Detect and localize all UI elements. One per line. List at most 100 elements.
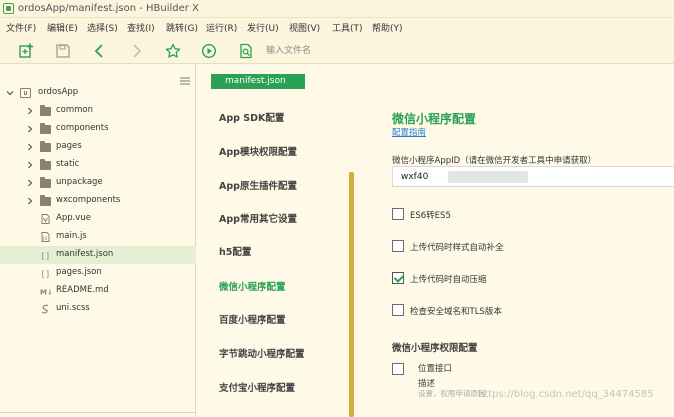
save-button[interactable] (53, 41, 73, 61)
tree-item-label: App.vue (56, 213, 91, 223)
tab-manifest-json[interactable]: manifest.json (211, 74, 305, 89)
run-button[interactable] (199, 41, 219, 61)
play-circle-icon (201, 43, 217, 59)
tree-item-label: components (56, 123, 109, 133)
config-guide-link[interactable]: 配置指南 (392, 126, 426, 138)
tree-item-wxcomponents[interactable]: wxcomponents (0, 192, 196, 210)
tree-item-static[interactable]: static (0, 156, 196, 174)
chevron-right-icon (28, 107, 33, 115)
title-bar: ordosApp/manifest.json - HBuilder X (0, 0, 674, 18)
markdown-file-icon: M↓ (40, 289, 51, 297)
tree-item-label: manifest.json (56, 249, 114, 259)
menu-select[interactable]: 选择(S) (87, 21, 118, 34)
tree-item-pages[interactable]: pages (0, 138, 196, 156)
checkbox-box[interactable] (392, 363, 404, 375)
nav-h5[interactable]: h5配置 (219, 244, 251, 258)
appid-value: wxf40 (401, 172, 429, 182)
tree-item-label: uni.scss (56, 303, 90, 313)
folder-icon (40, 123, 51, 134)
tree-item-app-vue[interactable]: App.vue (0, 210, 196, 228)
favorite-button[interactable] (163, 41, 183, 61)
toolbar (0, 37, 674, 64)
checkbox-label: 位置接口 (418, 364, 453, 374)
folder-icon (40, 141, 51, 152)
nav-app-module-permissions[interactable]: App模块权限配置 (219, 144, 297, 158)
tree-root[interactable]: ordosApp (0, 84, 196, 102)
settings-nav: App SDK配置 App模块权限配置 App原生插件配置 App常用其它设置 … (197, 90, 357, 417)
folder-icon (40, 177, 51, 188)
folder-icon (40, 195, 51, 206)
window-title: ordosApp/manifest.json - HBuilder X (18, 3, 199, 14)
tree-item-label: README.md (56, 285, 109, 295)
menu-publish[interactable]: 发行(U) (247, 21, 279, 34)
appid-redacted (448, 171, 528, 183)
permission-description-placeholder[interactable]: 设置，权限申请原因 (418, 388, 486, 399)
nav-weixin-mp[interactable]: 微信小程序配置 (219, 279, 286, 293)
checkbox-box[interactable] (392, 304, 404, 316)
tree-item-pages-json[interactable]: [] pages.json (0, 264, 196, 282)
menu-goto[interactable]: 跳转(G) (166, 21, 198, 34)
menu-bar: 文件(F) 编辑(E) 选择(S) 查找(I) 跳转(G) 运行(R) 发行(U… (0, 18, 674, 37)
nav-app-sdk[interactable]: App SDK配置 (219, 110, 284, 124)
new-file-button[interactable] (16, 41, 36, 61)
project-icon (20, 88, 31, 98)
save-icon (56, 44, 70, 58)
folder-icon (40, 105, 51, 116)
appid-input[interactable]: wxf40 (392, 166, 674, 187)
checkbox-label: ES6转ES5 (410, 211, 451, 221)
json-file-icon: [] (41, 270, 51, 279)
svg-text:[]: [] (41, 252, 51, 261)
back-button[interactable] (90, 41, 110, 61)
menu-find[interactable]: 查找(I) (127, 21, 155, 34)
scss-file-icon (41, 304, 49, 314)
project-explorer: ordosApp common components pages static … (0, 64, 196, 417)
menu-help[interactable]: 帮助(Y) (372, 21, 403, 34)
tree-item-components[interactable]: components (0, 120, 196, 138)
json-file-icon: [] (41, 252, 51, 261)
nav-alipay-mp[interactable]: 支付宝小程序配置 (219, 380, 295, 394)
tree-item-unpackage[interactable]: unpackage (0, 174, 196, 192)
svg-text:JS: JS (42, 236, 47, 242)
nav-toutiao-mp[interactable]: 字节跳动小程序配置 (219, 346, 305, 360)
tree-root-label: ordosApp (38, 87, 79, 97)
chevron-right-icon (133, 44, 142, 58)
checkbox-box[interactable] (392, 240, 404, 252)
app-logo-icon (3, 3, 14, 14)
chevron-left-icon (94, 44, 103, 58)
menu-file[interactable]: 文件(F) (6, 21, 36, 34)
tree-item-label: pages.json (56, 267, 102, 277)
search-input[interactable] (264, 42, 524, 59)
checkbox-label: 检查安全域名和TLS版本 (410, 307, 502, 317)
chevron-right-icon (28, 161, 33, 169)
file-search-icon (240, 43, 252, 59)
appid-label: 微信小程序AppID（请在微信开发者工具中申请获取） (392, 156, 597, 166)
checkbox-box[interactable] (392, 208, 404, 220)
nav-app-other-settings[interactable]: App常用其它设置 (219, 211, 297, 225)
tree-item-label: main.js (56, 231, 87, 241)
star-icon (165, 43, 181, 58)
folder-icon (40, 159, 51, 170)
editor-tab-bar: manifest.json (197, 64, 674, 90)
tree-item-readme[interactable]: M↓ README.md (0, 282, 196, 300)
find-file-button[interactable] (236, 41, 256, 61)
chevron-right-icon (28, 143, 33, 151)
menu-run[interactable]: 运行(R) (206, 21, 237, 34)
nav-baidu-mp[interactable]: 百度小程序配置 (219, 312, 286, 326)
checkbox-box-checked[interactable] (392, 272, 404, 284)
menu-tools[interactable]: 工具(T) (332, 21, 363, 34)
checkbox-label: 上传代码时自动压缩 (410, 275, 487, 285)
menu-view[interactable]: 视图(V) (289, 21, 320, 34)
nav-scrollbar[interactable] (349, 172, 354, 417)
permission-section-title: 微信小程序权限配置 (392, 343, 478, 354)
tree-item-uni-scss[interactable]: uni.scss (0, 300, 196, 318)
sidebar-menu-icon[interactable] (180, 70, 190, 85)
sidebar-divider (0, 412, 196, 413)
svg-text:M↓: M↓ (40, 289, 51, 297)
tree-item-main-js[interactable]: JS main.js (0, 228, 196, 246)
menu-edit[interactable]: 编辑(E) (47, 21, 78, 34)
tree-item-common[interactable]: common (0, 102, 196, 120)
tree-item-label: pages (56, 141, 82, 151)
tree-item-manifest-json[interactable]: [] manifest.json (0, 246, 196, 264)
forward-button[interactable] (126, 41, 146, 61)
nav-app-native-plugins[interactable]: App原生插件配置 (219, 178, 297, 192)
